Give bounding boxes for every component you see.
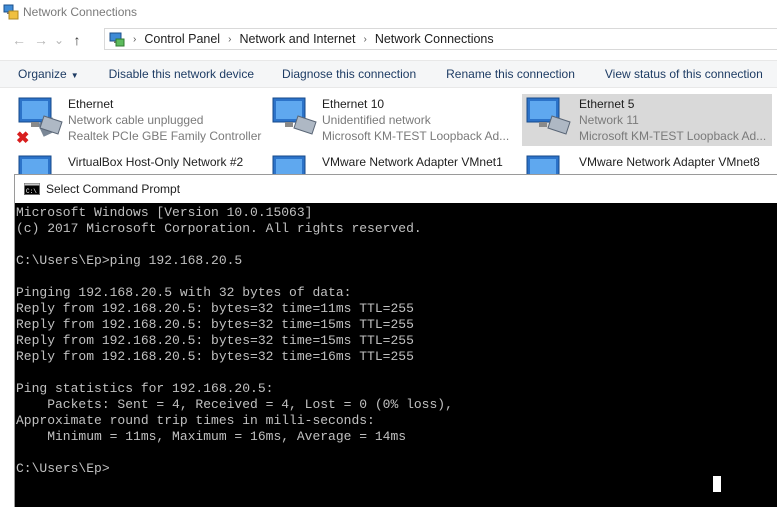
adapter-text: VMware Network Adapter VMnet8 bbox=[579, 154, 760, 170]
rename-connection-button[interactable]: Rename this connection bbox=[446, 67, 575, 81]
console-line: Approximate round trip times in milli-se… bbox=[16, 413, 375, 428]
chevron-right-icon[interactable]: › bbox=[228, 34, 231, 45]
adapter-text: Ethernet 10 Unidentified network Microso… bbox=[322, 96, 509, 144]
network-connections-icon bbox=[3, 4, 19, 20]
console-line: Reply from 192.168.20.5: bytes=32 time=1… bbox=[16, 301, 414, 316]
network-adapter-icon bbox=[272, 155, 306, 174]
adapter-device: Microsoft KM-TEST Loopback Ad... bbox=[322, 129, 510, 143]
console-output[interactable]: Microsoft Windows [Version 10.0.15063] (c… bbox=[16, 205, 776, 477]
adapter-text: VirtualBox Host-Only Network #2 bbox=[68, 154, 243, 170]
organize-label: Organize bbox=[18, 67, 67, 81]
console-line: Pinging 192.168.20.5 with 32 bytes of da… bbox=[16, 285, 352, 300]
adapter-text: Ethernet Network cable unplugged Realtek… bbox=[68, 96, 261, 144]
network-adapter-icon bbox=[272, 97, 317, 135]
text-cursor bbox=[713, 476, 721, 492]
network-adapter-icon bbox=[526, 155, 560, 174]
console-line: C:\Users\Ep>ping 192.168.20.5 bbox=[16, 253, 243, 268]
adapter-name: VMware Network Adapter VMnet8 bbox=[579, 155, 760, 169]
adapter-virtualbox[interactable]: VirtualBox Host-Only Network #2 bbox=[16, 152, 266, 174]
console-line: Reply from 192.168.20.5: bytes=32 time=1… bbox=[16, 317, 414, 332]
console-line: Minimum = 11ms, Maximum = 16ms, Average … bbox=[16, 429, 407, 444]
forward-arrow-icon[interactable]: → bbox=[30, 29, 52, 51]
adapter-device: Realtek PCIe GBE Family Controller bbox=[68, 129, 262, 143]
window-titlebar: Network Connections bbox=[0, 0, 777, 24]
command-prompt-title: Select Command Prompt bbox=[46, 182, 181, 196]
chevron-down-icon: ▼ bbox=[70, 71, 79, 80]
adapter-name: VirtualBox Host-Only Network #2 bbox=[68, 155, 244, 169]
command-prompt-titlebar[interactable]: C:\ Select Command Prompt bbox=[15, 175, 777, 203]
control-panel-icon bbox=[109, 32, 125, 47]
up-arrow-icon[interactable]: ↑ bbox=[66, 29, 88, 51]
command-bar: Organize ▼ Disable this network device Di… bbox=[0, 60, 777, 88]
adapter-device: Microsoft KM-TEST Loopback Ad... bbox=[579, 129, 767, 143]
console-line: (c) 2017 Microsoft Corporation. All righ… bbox=[16, 221, 422, 236]
back-arrow-icon[interactable]: ← bbox=[8, 29, 30, 51]
view-status-button[interactable]: View status of this connection bbox=[605, 67, 763, 81]
console-line: Microsoft Windows [Version 10.0.15063] bbox=[16, 205, 313, 220]
command-prompt-icon: C:\ bbox=[24, 183, 40, 195]
breadcrumb-network-and-internet[interactable]: Network and Internet bbox=[239, 32, 355, 46]
recent-locations-icon[interactable]: ⌄ bbox=[52, 29, 66, 51]
svg-text:C:\: C:\ bbox=[26, 188, 37, 195]
disconnected-x-icon: ✖ bbox=[16, 130, 30, 147]
adapter-status: Unidentified network bbox=[322, 113, 431, 127]
console-line: C:\Users\Ep> bbox=[16, 461, 110, 476]
console-line: Ping statistics for 192.168.20.5: bbox=[16, 381, 274, 396]
adapter-text: Ethernet 5 Network 11 Microsoft KM-TEST … bbox=[579, 96, 766, 144]
adapter-ethernet[interactable]: ✖ Ethernet Network cable unplugged Realt… bbox=[16, 94, 266, 147]
diagnose-connection-button[interactable]: Diagnose this connection bbox=[282, 67, 416, 81]
network-adapter-icon bbox=[526, 97, 571, 135]
address-bar[interactable]: › Control Panel › Network and Internet ›… bbox=[104, 28, 777, 50]
chevron-right-icon[interactable]: › bbox=[363, 34, 366, 45]
adapter-name: VMware Network Adapter VMnet1 bbox=[322, 155, 503, 169]
adapter-name: Ethernet 10 bbox=[322, 97, 385, 111]
console-line: Packets: Sent = 4, Received = 4, Lost = … bbox=[16, 397, 453, 412]
adapter-vmnet1[interactable]: VMware Network Adapter VMnet1 bbox=[270, 152, 518, 174]
adapter-status: Network cable unplugged bbox=[68, 113, 204, 127]
network-adapter-icon bbox=[18, 155, 52, 174]
navigation-bar: ← → ⌄ ↑ › Control Panel › Network and In… bbox=[0, 28, 777, 52]
adapter-name: Ethernet 5 bbox=[579, 97, 635, 111]
breadcrumb-network-connections[interactable]: Network Connections bbox=[375, 32, 494, 46]
window-title: Network Connections bbox=[23, 5, 138, 19]
organize-button[interactable]: Organize ▼ bbox=[18, 67, 79, 81]
adapter-status: Network 11 bbox=[579, 113, 639, 127]
adapter-text: VMware Network Adapter VMnet1 bbox=[322, 154, 503, 170]
command-prompt-window[interactable]: C:\ Select Command Prompt Microsoft Wind… bbox=[14, 174, 777, 507]
disable-device-button[interactable]: Disable this network device bbox=[109, 67, 254, 81]
adapter-ethernet-10[interactable]: Ethernet 10 Unidentified network Microso… bbox=[270, 94, 518, 146]
console-line: Reply from 192.168.20.5: bytes=32 time=1… bbox=[16, 333, 414, 348]
adapter-ethernet-5[interactable]: Ethernet 5 Network 11 Microsoft KM-TEST … bbox=[522, 94, 772, 146]
console-line: Reply from 192.168.20.5: bytes=32 time=1… bbox=[16, 349, 414, 364]
adapter-name: Ethernet bbox=[68, 97, 114, 111]
adapter-vmnet8[interactable]: VMware Network Adapter VMnet8 bbox=[522, 152, 772, 174]
chevron-right-icon: › bbox=[133, 33, 137, 45]
breadcrumb-control-panel[interactable]: Control Panel bbox=[144, 32, 220, 46]
